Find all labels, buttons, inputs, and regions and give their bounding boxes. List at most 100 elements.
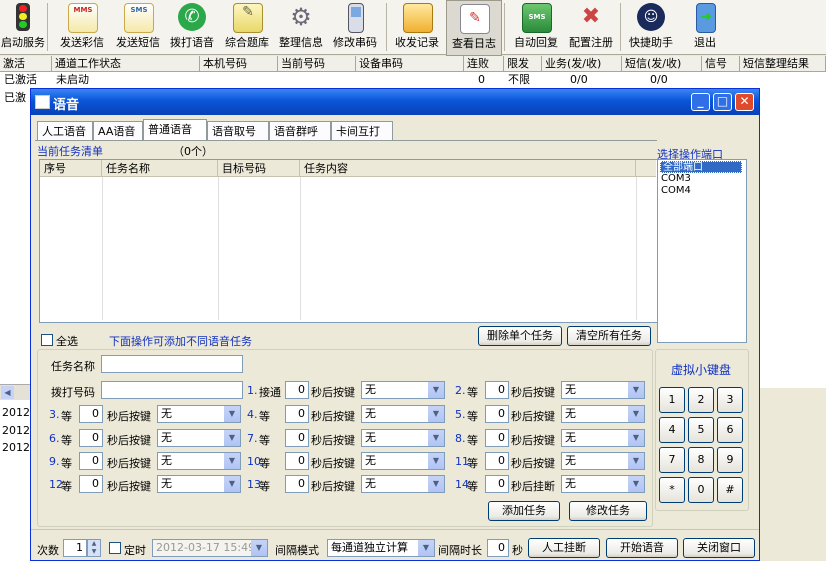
step-key-select[interactable]: 无 ▼ bbox=[157, 452, 241, 470]
step-seconds-input[interactable]: 0 bbox=[79, 405, 103, 423]
step-seconds-input[interactable]: 0 bbox=[285, 452, 309, 470]
select-all-checkbox[interactable] bbox=[41, 334, 53, 346]
chevron-down-icon[interactable]: ▼ bbox=[428, 453, 444, 469]
chevron-down-icon[interactable]: ▼ bbox=[224, 453, 240, 469]
add-task-button[interactable]: 添加任务 bbox=[488, 501, 560, 521]
column-header[interactable]: 连败 bbox=[464, 56, 504, 71]
column-header[interactable]: 激活 bbox=[0, 56, 52, 71]
chevron-down-icon[interactable]: ▼ bbox=[224, 476, 240, 492]
tab-voice-get-number[interactable]: 语音取号 bbox=[207, 121, 269, 140]
dial-voice-button[interactable]: ✆ 拨打语音 bbox=[166, 0, 218, 54]
column-header[interactable]: 业务(发/收) bbox=[542, 56, 622, 71]
quick-assistant-button[interactable]: ☺ 快捷助手 bbox=[624, 0, 678, 54]
view-log-button[interactable]: ✎ 查看日志 bbox=[446, 0, 502, 56]
chevron-down-icon[interactable]: ▼ bbox=[428, 476, 444, 492]
chevron-down-icon[interactable]: ▼ bbox=[224, 430, 240, 446]
tab-inter-card-call[interactable]: 卡间互打 bbox=[331, 121, 393, 140]
keypad-key-star[interactable]: * bbox=[659, 477, 685, 503]
keypad-key-9[interactable]: 9 bbox=[717, 447, 743, 473]
timer-checkbox[interactable] bbox=[109, 542, 121, 554]
step-seconds-input[interactable]: 0 bbox=[285, 405, 309, 423]
step-seconds-input[interactable]: 0 bbox=[79, 429, 103, 447]
spin-down-icon[interactable]: ▼ bbox=[88, 548, 100, 556]
step-key-select[interactable]: 无 ▼ bbox=[361, 405, 445, 423]
table-row[interactable]: 已激活 未启动 0 不限 0/0 0/0 bbox=[0, 72, 826, 88]
step-key-select[interactable]: 无 ▼ bbox=[561, 452, 645, 470]
keypad-key-2[interactable]: 2 bbox=[688, 387, 714, 413]
chevron-down-icon[interactable]: ▼ bbox=[224, 406, 240, 422]
step-seconds-input[interactable]: 0 bbox=[285, 429, 309, 447]
chevron-down-icon[interactable]: ▼ bbox=[428, 406, 444, 422]
step-seconds-input[interactable]: 0 bbox=[79, 475, 103, 493]
step-key-select[interactable]: 无 ▼ bbox=[157, 475, 241, 493]
exit-button[interactable]: ➜ 退出 bbox=[682, 0, 728, 54]
start-service-button[interactable]: 启动服务 bbox=[0, 0, 46, 54]
step-key-select[interactable]: 无 ▼ bbox=[561, 429, 645, 447]
chevron-down-icon[interactable]: ▼ bbox=[428, 430, 444, 446]
spin-up-icon[interactable]: ▲ bbox=[88, 540, 100, 548]
question-bank-button[interactable]: ✎ 综合题库 bbox=[220, 0, 274, 54]
step-seconds-input[interactable]: 0 bbox=[485, 405, 509, 423]
interval-time-input[interactable]: 0 bbox=[487, 539, 509, 557]
column-header[interactable]: 短信(发/收) bbox=[622, 56, 702, 71]
modify-serial-button[interactable]: 修改串码 bbox=[328, 0, 382, 54]
column-header[interactable]: 限发 bbox=[504, 56, 542, 71]
step-seconds-input[interactable]: 0 bbox=[485, 475, 509, 493]
tab-normal-voice[interactable]: 普通语音 bbox=[143, 119, 207, 141]
column-header[interactable]: 序号 bbox=[40, 160, 102, 177]
step-key-select[interactable]: 无 ▼ bbox=[561, 475, 645, 493]
port-listbox[interactable]: 全部端口 COM3 COM4 bbox=[657, 159, 747, 343]
keypad-key-1[interactable]: 1 bbox=[659, 387, 685, 413]
keypad-key-hash[interactable]: # bbox=[717, 477, 743, 503]
chevron-down-icon[interactable]: ▼ bbox=[628, 476, 644, 492]
config-register-button[interactable]: ✖ 配置注册 bbox=[564, 0, 618, 54]
keypad-key-6[interactable]: 6 bbox=[717, 417, 743, 443]
step-seconds-input[interactable]: 0 bbox=[485, 452, 509, 470]
manual-hangup-button[interactable]: 人工挂断 bbox=[528, 538, 600, 558]
column-header[interactable]: 信号 bbox=[702, 56, 740, 71]
step-key-select[interactable]: 无 ▼ bbox=[561, 381, 645, 399]
column-header[interactable]: 通道工作状态 bbox=[52, 56, 200, 71]
chevron-down-icon[interactable]: ▼ bbox=[428, 382, 444, 398]
column-header[interactable]: 当前号码 bbox=[278, 56, 356, 71]
keypad-key-7[interactable]: 7 bbox=[659, 447, 685, 473]
step-key-select[interactable]: 无 ▼ bbox=[361, 381, 445, 399]
dial-number-input[interactable] bbox=[101, 381, 243, 399]
tab-manual-voice[interactable]: 人工语音 bbox=[37, 121, 93, 140]
tab-aa-voice[interactable]: AA语音 bbox=[93, 121, 143, 140]
column-header[interactable]: 任务名称 bbox=[102, 160, 218, 177]
send-mms-button[interactable]: MMS 发送彩信 bbox=[55, 0, 109, 54]
modify-task-button[interactable]: 修改任务 bbox=[569, 501, 647, 521]
port-item-all[interactable]: 全部端口 bbox=[660, 161, 742, 173]
interval-mode-select[interactable]: 每通道独立计算 ▼ bbox=[327, 539, 435, 557]
chevron-down-icon[interactable]: ▼ bbox=[628, 382, 644, 398]
minimize-icon[interactable]: _ bbox=[691, 93, 710, 111]
start-voice-button[interactable]: 开始语音 bbox=[606, 538, 678, 558]
step-key-select[interactable]: 无 ▼ bbox=[361, 452, 445, 470]
clear-all-tasks-button[interactable]: 清空所有任务 bbox=[567, 326, 651, 346]
close-icon[interactable]: ✕ bbox=[735, 93, 754, 111]
port-item-com3[interactable]: COM3 bbox=[661, 173, 691, 185]
column-header[interactable]: 任务内容 bbox=[300, 160, 636, 177]
times-input[interactable]: 1 bbox=[63, 539, 87, 557]
step-seconds-input[interactable]: 0 bbox=[485, 381, 509, 399]
scroll-left-icon[interactable]: ◀ bbox=[1, 386, 14, 399]
times-spinner[interactable]: ▲ ▼ bbox=[87, 539, 101, 557]
tab-voice-group-call[interactable]: 语音群呼 bbox=[269, 121, 331, 140]
chevron-down-icon[interactable]: ▼ bbox=[628, 406, 644, 422]
keypad-key-5[interactable]: 5 bbox=[688, 417, 714, 443]
horizontal-scrollbar[interactable]: ◀ bbox=[0, 384, 30, 400]
step-seconds-input[interactable]: 0 bbox=[79, 452, 103, 470]
keypad-key-3[interactable]: 3 bbox=[717, 387, 743, 413]
port-item-com4[interactable]: COM4 bbox=[661, 185, 691, 197]
column-header[interactable]: 本机号码 bbox=[200, 56, 278, 71]
chevron-down-icon[interactable]: ▼ bbox=[628, 453, 644, 469]
keypad-key-4[interactable]: 4 bbox=[659, 417, 685, 443]
send-sms-button[interactable]: SMS 发送短信 bbox=[111, 0, 165, 54]
delete-single-task-button[interactable]: 删除单个任务 bbox=[478, 326, 562, 346]
step-seconds-input[interactable]: 0 bbox=[285, 475, 309, 493]
step-key-select[interactable]: 无 ▼ bbox=[361, 429, 445, 447]
dialog-title-bar[interactable]: 语音 _ □ ✕ bbox=[31, 89, 759, 115]
step-seconds-input[interactable]: 0 bbox=[285, 381, 309, 399]
chevron-down-icon[interactable]: ▼ bbox=[628, 430, 644, 446]
